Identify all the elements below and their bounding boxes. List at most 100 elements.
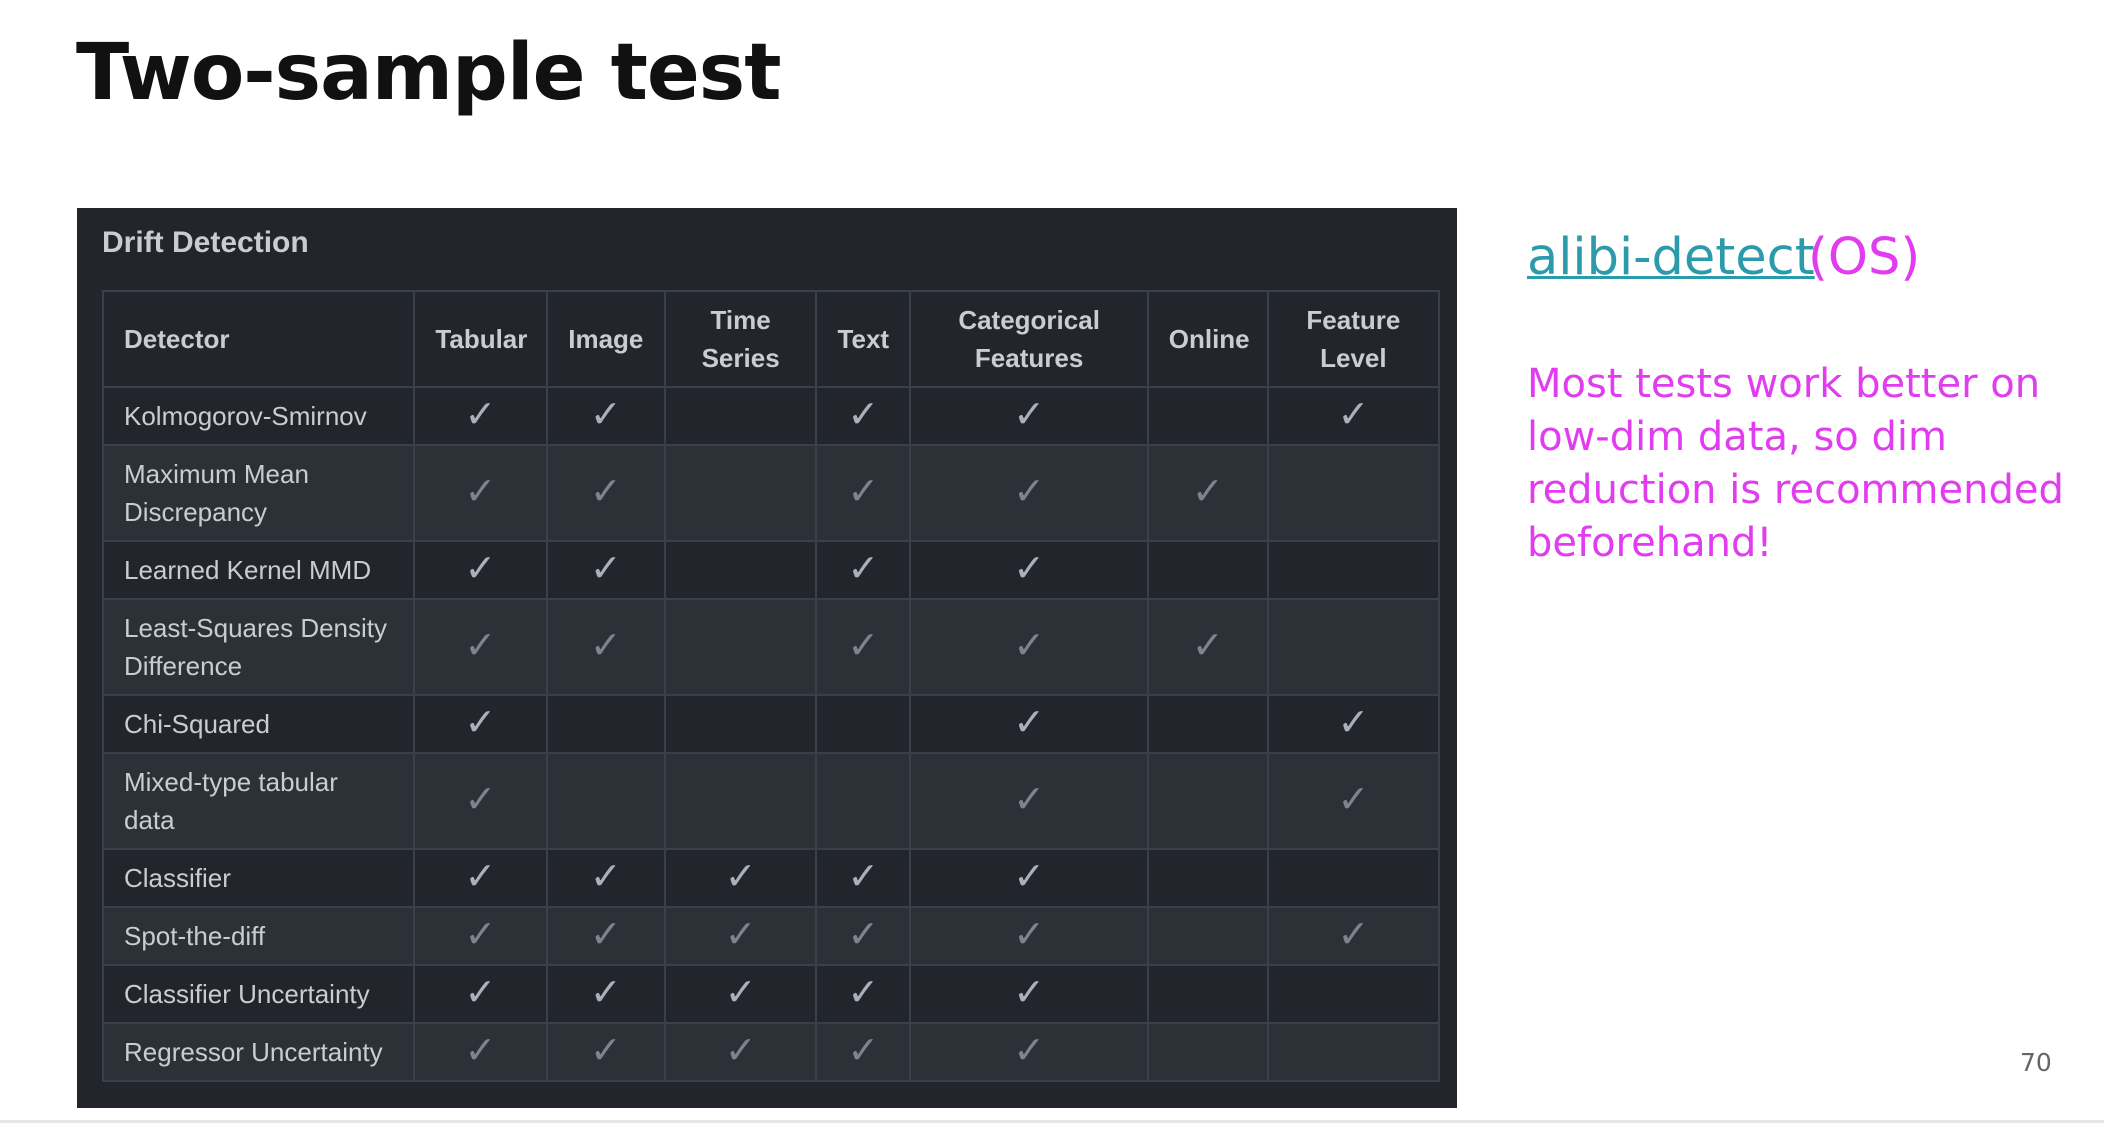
- check-icon: ✓: [724, 855, 757, 898]
- table-row: Least-Squares Density Difference ✓ ✓ ✓ ✓ ✓: [101, 598, 1441, 696]
- cell-tabular: ✓: [413, 848, 548, 908]
- cell-categorical-features: ✓: [909, 540, 1149, 600]
- cell-online: [1146, 540, 1269, 600]
- check-icon: ✓: [1191, 624, 1224, 667]
- detector-name: Mixed-type tabular data: [101, 752, 416, 850]
- check-icon: ✓: [589, 470, 622, 513]
- check-icon: ✓: [1013, 547, 1046, 590]
- cell-online: [1146, 906, 1269, 966]
- column-header-image: Image: [545, 290, 667, 388]
- check-icon: ✓: [589, 1029, 622, 1072]
- slide-title: Two-sample test: [76, 28, 782, 118]
- check-icon: ✓: [724, 913, 757, 956]
- column-header-time-series: Time Series: [664, 290, 818, 388]
- page-number: 70: [2020, 1048, 2052, 1077]
- cell-online: [1146, 1022, 1269, 1082]
- cell-online: [1146, 964, 1269, 1024]
- check-icon: ✓: [1337, 393, 1370, 436]
- detector-name: Learned Kernel MMD: [101, 540, 416, 600]
- table-row: Regressor Uncertainty ✓ ✓ ✓ ✓ ✓: [101, 1022, 1441, 1082]
- cell-feature-level: ✓: [1266, 906, 1441, 966]
- cell-tabular: ✓: [413, 964, 548, 1024]
- check-icon: ✓: [1013, 1029, 1046, 1072]
- check-icon: ✓: [1013, 624, 1046, 667]
- cell-text: ✓: [815, 964, 912, 1024]
- check-icon: ✓: [724, 1029, 757, 1072]
- cell-categorical-features: ✓: [909, 964, 1149, 1024]
- detector-name: Chi-Squared: [101, 694, 416, 754]
- check-icon: ✓: [1191, 470, 1224, 513]
- cell-image: ✓: [545, 540, 667, 600]
- cell-time-series: ✓: [664, 964, 818, 1024]
- cell-categorical-features: ✓: [909, 848, 1149, 908]
- cell-feature-level: [1266, 1022, 1441, 1082]
- cell-time-series: [664, 752, 818, 850]
- drift-detection-table: Detector Tabular Image Time Series Text …: [101, 290, 1441, 1082]
- cell-categorical-features: ✓: [909, 598, 1149, 696]
- check-icon: ✓: [464, 470, 497, 513]
- cell-feature-level: [1266, 964, 1441, 1024]
- cell-tabular: ✓: [413, 752, 548, 850]
- cell-text: ✓: [815, 598, 912, 696]
- check-icon: ✓: [847, 913, 880, 956]
- table-row: Kolmogorov-Smirnov ✓ ✓ ✓ ✓ ✓: [101, 386, 1441, 446]
- column-header-feature-level: Feature Level: [1266, 290, 1441, 388]
- check-icon: ✓: [1337, 778, 1370, 821]
- cell-text: ✓: [815, 540, 912, 600]
- cell-tabular: ✓: [413, 906, 548, 966]
- cell-image: ✓: [545, 964, 667, 1024]
- table-row: Spot-the-diff ✓ ✓ ✓ ✓ ✓ ✓: [101, 906, 1441, 966]
- check-icon: ✓: [464, 624, 497, 667]
- check-icon: ✓: [589, 547, 622, 590]
- recommendation-note: Most tests work better on low-dim data, …: [1527, 361, 2064, 566]
- check-icon: ✓: [589, 393, 622, 436]
- check-icon: ✓: [464, 547, 497, 590]
- cell-time-series: [664, 386, 818, 446]
- cell-feature-level: [1266, 540, 1441, 600]
- panel-heading: Drift Detection: [102, 226, 309, 259]
- check-icon: ✓: [1337, 913, 1370, 956]
- check-icon: ✓: [1013, 393, 1046, 436]
- detector-name: Regressor Uncertainty: [101, 1022, 416, 1082]
- table-body: Kolmogorov-Smirnov ✓ ✓ ✓ ✓ ✓ Maximum Mean Disc…: [101, 386, 1441, 1082]
- check-icon: ✓: [464, 778, 497, 821]
- detector-name: Spot-the-diff: [101, 906, 416, 966]
- cell-image: ✓: [545, 444, 667, 542]
- cell-image: ✓: [545, 906, 667, 966]
- table-row: Mixed-type tabular data ✓ ✓ ✓: [101, 752, 1441, 850]
- cell-categorical-features: ✓: [909, 386, 1149, 446]
- detector-name: Classifier: [101, 848, 416, 908]
- cell-time-series: [664, 540, 818, 600]
- cell-feature-level: ✓: [1266, 752, 1441, 850]
- column-header-tabular: Tabular: [413, 290, 548, 388]
- check-icon: ✓: [1013, 701, 1046, 744]
- bottom-divider: [0, 1120, 2104, 1123]
- check-icon: ✓: [589, 855, 622, 898]
- check-icon: ✓: [589, 624, 622, 667]
- open-source-label: (OS): [1808, 228, 1921, 287]
- cell-online: [1146, 694, 1269, 754]
- cell-text: ✓: [815, 1022, 912, 1082]
- detector-name: Least-Squares Density Difference: [101, 598, 416, 696]
- check-icon: ✓: [847, 855, 880, 898]
- check-icon: ✓: [464, 701, 497, 744]
- cell-time-series: [664, 444, 818, 542]
- alibi-detect-link[interactable]: alibi-detect: [1527, 228, 1815, 287]
- cell-text: ✓: [815, 386, 912, 446]
- table-header-row: Detector Tabular Image Time Series Text …: [101, 290, 1441, 388]
- detector-name: Classifier Uncertainty: [101, 964, 416, 1024]
- check-icon: ✓: [847, 393, 880, 436]
- table-row: Classifier Uncertainty ✓ ✓ ✓ ✓ ✓: [101, 964, 1441, 1024]
- cell-image: ✓: [545, 1022, 667, 1082]
- detector-name: Maximum Mean Discrepancy: [101, 444, 416, 542]
- cell-tabular: ✓: [413, 1022, 548, 1082]
- check-icon: ✓: [847, 971, 880, 1014]
- cell-online: [1146, 848, 1269, 908]
- cell-tabular: ✓: [413, 694, 548, 754]
- table-row: Maximum Mean Discrepancy ✓ ✓ ✓ ✓ ✓: [101, 444, 1441, 542]
- check-icon: ✓: [1013, 470, 1046, 513]
- check-icon: ✓: [1013, 778, 1046, 821]
- table-row: Chi-Squared ✓ ✓ ✓: [101, 694, 1441, 754]
- cell-text: ✓: [815, 848, 912, 908]
- cell-time-series: ✓: [664, 848, 818, 908]
